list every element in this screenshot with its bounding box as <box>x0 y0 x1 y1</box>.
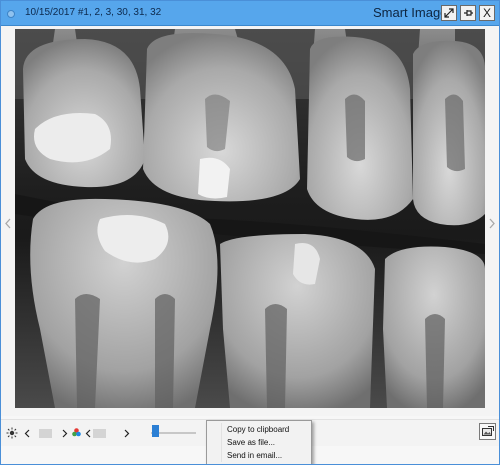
expand-icon <box>444 8 454 18</box>
exam-label: 10/15/2017 #1, 2, 3, 30, 31, 32 <box>25 7 162 18</box>
chevron-left-icon <box>5 218 11 228</box>
chevron-right-icon <box>124 429 130 437</box>
color-increase-button[interactable] <box>123 427 131 439</box>
dental-xray-bitewing <box>15 29 485 408</box>
chevron-right-icon <box>62 429 68 437</box>
brightness-increase-button[interactable] <box>61 427 69 439</box>
close-button[interactable]: X <box>479 5 495 21</box>
chevron-left-icon <box>85 429 91 437</box>
export-image-button[interactable] <box>479 423 496 440</box>
brightness-button[interactable] <box>6 427 18 439</box>
image-export-icon <box>481 426 494 436</box>
next-image-button[interactable] <box>487 216 497 230</box>
color-value-swatch <box>93 429 106 438</box>
smart-image-window: 10/15/2017 #1, 2, 3, 30, 31, 32 Smart Im… <box>0 0 500 465</box>
chevron-left-icon <box>24 429 30 437</box>
title-bar[interactable]: 10/15/2017 #1, 2, 3, 30, 31, 32 Smart Im… <box>1 1 499 26</box>
xray-image[interactable] <box>15 29 485 408</box>
window-menu-icon[interactable] <box>7 10 15 18</box>
color-palette-icon <box>72 428 81 437</box>
pin-button[interactable] <box>460 5 476 21</box>
window-title: Smart Image <box>373 5 448 20</box>
chevron-right-icon <box>489 218 495 228</box>
menu-item-send-in-email[interactable]: Send in email... <box>227 451 282 460</box>
menu-item-save-as-file[interactable]: Save as file... <box>227 438 275 447</box>
context-menu: Copy to clipboard Save as file... Send i… <box>206 420 312 464</box>
menu-gutter <box>221 423 222 462</box>
pin-icon <box>463 10 473 16</box>
color-decrease-button[interactable] <box>84 427 92 439</box>
zoom-slider-thumb[interactable] <box>152 425 159 437</box>
color-button[interactable] <box>71 427 82 438</box>
expand-button[interactable] <box>441 5 457 21</box>
image-viewer <box>1 26 499 416</box>
brightness-value-swatch <box>39 429 52 438</box>
menu-item-copy-to-clipboard[interactable]: Copy to clipboard <box>227 425 289 434</box>
brightness-icon <box>6 427 18 439</box>
previous-image-button[interactable] <box>3 216 13 230</box>
brightness-decrease-button[interactable] <box>23 427 31 439</box>
close-icon: X <box>482 6 491 20</box>
